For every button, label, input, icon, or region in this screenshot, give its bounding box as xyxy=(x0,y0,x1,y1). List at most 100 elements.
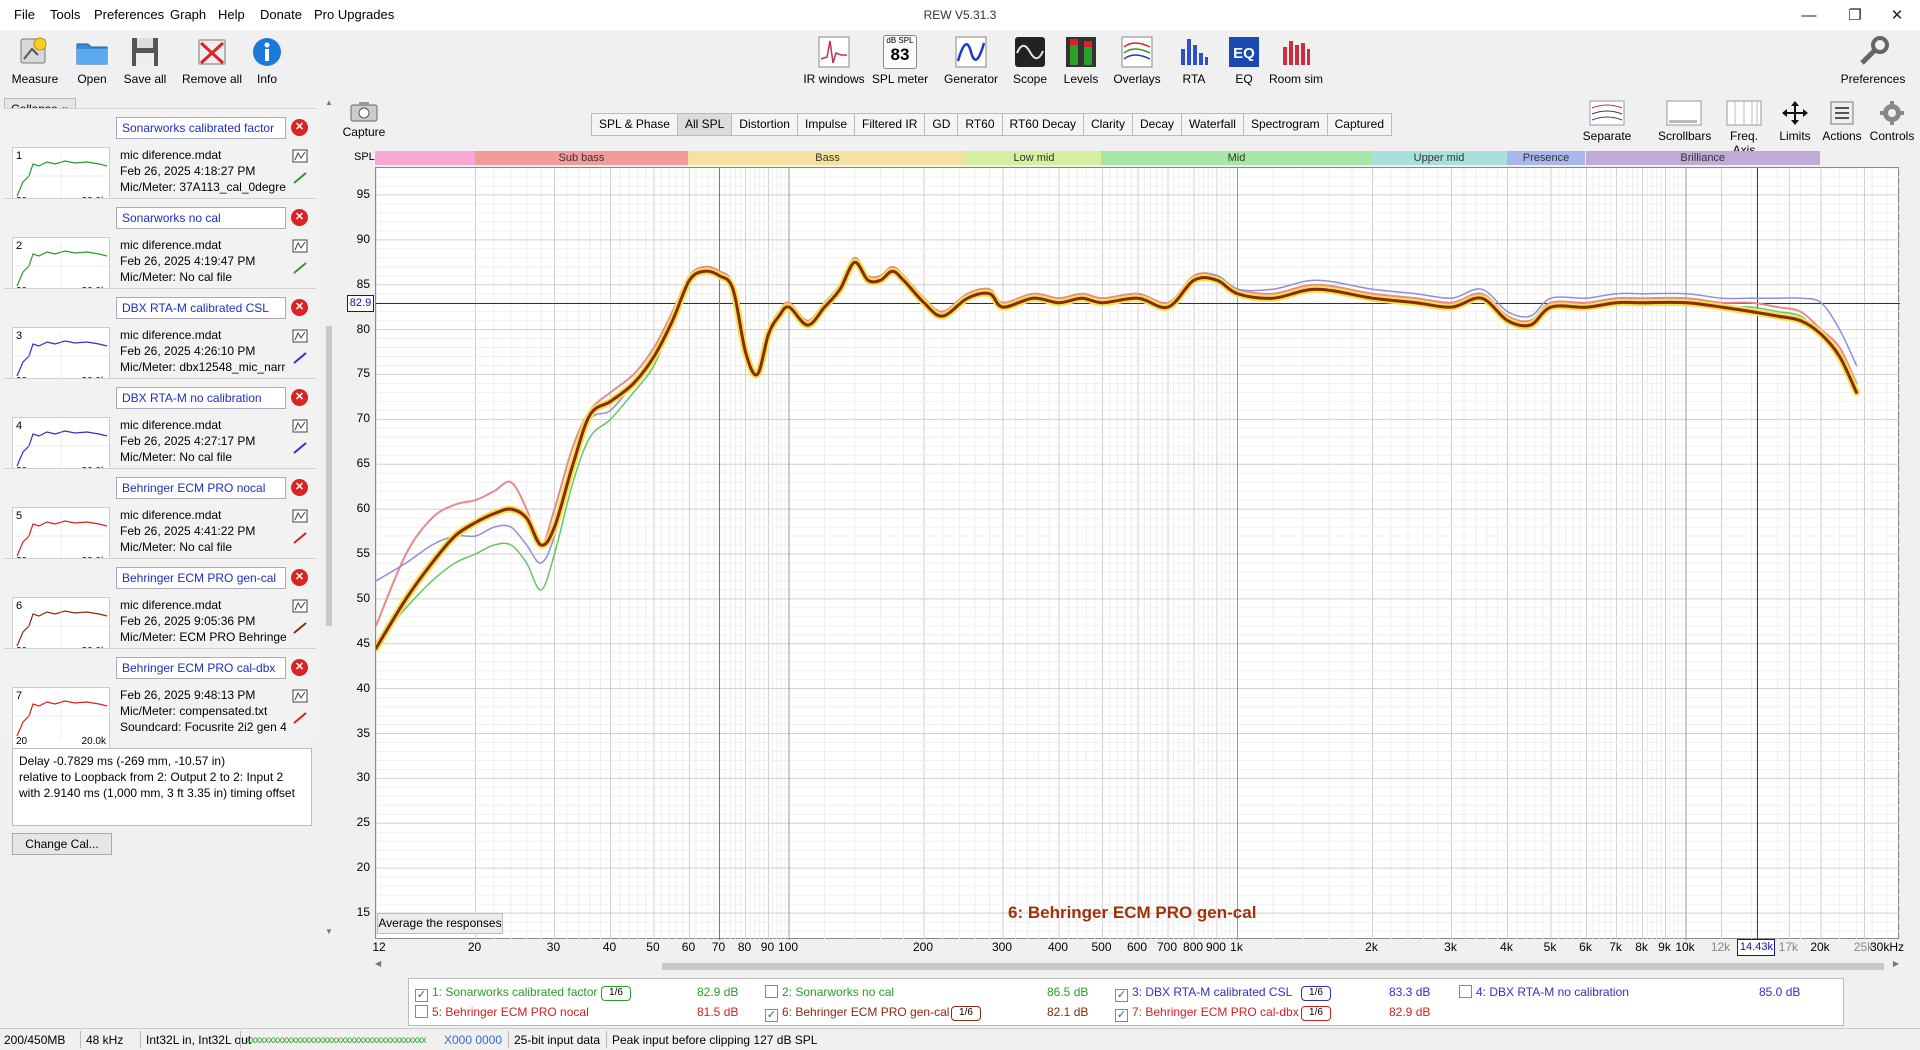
remove-measurement-icon[interactable]: ✕ xyxy=(291,479,308,496)
tab-waterfall[interactable]: Waterfall xyxy=(1181,113,1244,136)
tab-rt60[interactable]: RT60 xyxy=(957,113,1003,136)
scroll-right-icon[interactable]: ▶ xyxy=(1893,959,1899,968)
measurement-item[interactable]: Behringer ECM PRO cal-dbx ✕ 7 20 20.0k Feb 26… xyxy=(4,648,316,749)
controls-button[interactable]: Controls xyxy=(1866,100,1918,143)
measurement-name-field[interactable]: Behringer ECM PRO cal-dbx xyxy=(116,657,286,679)
legend-checkbox[interactable] xyxy=(415,1005,428,1018)
legend-item[interactable]: ✓ 3: DBX RTA-M calibrated CSL xyxy=(1115,985,1292,1002)
measurement-thumbnail[interactable]: 7 20 20.0k xyxy=(12,687,110,749)
tab-filtered-ir[interactable]: Filtered IR xyxy=(854,113,926,136)
legend-item[interactable]: 4: DBX RTA-M no calibration xyxy=(1459,985,1629,999)
legend-item[interactable]: ✓ 1: Sonarworks calibrated factor xyxy=(415,985,597,1002)
line-color-icon[interactable] xyxy=(292,261,308,275)
graph-horizontal-scrollbar[interactable]: ◀ ▶ xyxy=(375,959,1899,972)
info-button[interactable]: Info xyxy=(235,35,299,86)
mic-file-icon[interactable] xyxy=(292,329,308,343)
actions-button[interactable]: Actions xyxy=(1820,100,1864,143)
minimize-button[interactable]: — xyxy=(1786,0,1832,30)
smoothing-badge[interactable]: 1/6 xyxy=(951,1006,981,1021)
remove-measurement-icon[interactable]: ✕ xyxy=(291,299,308,316)
legend-checkbox[interactable]: ✓ xyxy=(1115,1009,1128,1022)
tab-decay[interactable]: Decay xyxy=(1132,113,1183,136)
remove-measurement-icon[interactable]: ✕ xyxy=(291,389,308,406)
tab-spectrogram[interactable]: Spectrogram xyxy=(1242,113,1328,136)
line-color-icon[interactable] xyxy=(292,531,308,545)
horizontal-scroll-thumb[interactable] xyxy=(662,963,1884,970)
scroll-down-icon[interactable]: ▼ xyxy=(325,927,333,936)
measurement-item[interactable]: DBX RTA-M no calibration✕42020.0kmic dif… xyxy=(4,378,316,493)
line-color-icon[interactable] xyxy=(292,351,308,365)
remove-measurement-icon[interactable]: ✕ xyxy=(291,209,308,226)
legend-checkbox[interactable] xyxy=(765,985,778,998)
legend-item[interactable]: 5: Behringer ECM PRO nocal xyxy=(415,1005,589,1019)
measurement-item[interactable]: DBX RTA-M calibrated CSL✕32020.0kmic dif… xyxy=(4,288,316,403)
remove-measurement-icon[interactable]: ✕ xyxy=(291,659,308,676)
measurement-name-field[interactable]: DBX RTA-M calibrated CSL xyxy=(116,297,286,319)
room-sim-button[interactable]: Room sim xyxy=(1264,35,1328,86)
smoothing-badge[interactable]: 1/6 xyxy=(601,986,631,1001)
mic-file-icon[interactable] xyxy=(292,419,308,433)
legend-checkbox[interactable] xyxy=(1459,985,1472,998)
measurement-item[interactable]: Sonarworks no cal✕22020.0kmic diference.… xyxy=(4,198,316,313)
tab-impulse[interactable]: Impulse xyxy=(796,113,856,136)
scrollbars-button[interactable]: Scrollbars xyxy=(1658,100,1711,143)
measurement-item[interactable]: Behringer ECM PRO gen-cal✕62020.0kmic di… xyxy=(4,558,316,673)
levels-button[interactable]: Levels xyxy=(1049,35,1113,86)
measurement-name-field[interactable]: Sonarworks no cal xyxy=(116,207,286,229)
tab-all-spl[interactable]: All SPL xyxy=(676,113,733,136)
line-color-icon[interactable] xyxy=(292,171,308,185)
spl-graph[interactable] xyxy=(372,167,1901,941)
remove-measurement-icon[interactable]: ✕ xyxy=(291,119,308,136)
measurement-name-field[interactable]: Behringer ECM PRO nocal xyxy=(116,477,286,499)
legend-item[interactable]: ✓ 7: Behringer ECM PRO cal-dbx xyxy=(1115,1005,1299,1022)
measurement-name-field[interactable]: DBX RTA-M no calibration xyxy=(116,387,286,409)
mic-file-icon[interactable] xyxy=(292,689,308,703)
legend-item[interactable]: ✓ 6: Behringer ECM PRO gen-cal xyxy=(765,1005,949,1022)
average-responses-button[interactable]: Average the responses xyxy=(377,913,503,934)
generator-button[interactable]: Generator xyxy=(939,35,1003,86)
tab-spl-phase[interactable]: SPL & Phase xyxy=(591,113,678,136)
overlays-button[interactable]: Overlays xyxy=(1105,35,1169,86)
measurement-name-field[interactable]: Behringer ECM PRO gen-cal xyxy=(116,567,286,589)
change-cal-button[interactable]: Change Cal... xyxy=(12,833,112,855)
maximize-button[interactable]: ❐ xyxy=(1832,0,1878,30)
legend-item[interactable]: 2: Sonarworks no cal xyxy=(765,985,894,999)
scroll-up-icon[interactable]: ▲ xyxy=(325,98,333,107)
remove-measurement-icon[interactable]: ✕ xyxy=(291,569,308,586)
spl-chart[interactable] xyxy=(372,167,1901,941)
band-sub-bass: Sub bass xyxy=(474,151,689,165)
separate-button[interactable]: Separate xyxy=(1582,100,1632,143)
mic-file-icon[interactable] xyxy=(292,509,308,523)
save-all-button[interactable]: Save all xyxy=(113,35,177,86)
capture-button[interactable]: Capture xyxy=(342,100,386,139)
mic-file-icon[interactable] xyxy=(292,599,308,613)
close-button[interactable]: ✕ xyxy=(1874,0,1920,30)
freq-axis-button[interactable]: Freq. Axis xyxy=(1718,100,1770,157)
spl-meter-button[interactable]: dB SPL 83 SPL meter xyxy=(868,35,932,86)
mic-file-icon[interactable] xyxy=(292,239,308,253)
measurement-name-field[interactable]: Sonarworks calibrated factor xyxy=(116,117,286,139)
line-color-icon[interactable] xyxy=(292,621,308,635)
tab-captured[interactable]: Captured xyxy=(1326,113,1393,136)
legend-checkbox[interactable]: ✓ xyxy=(765,1009,778,1022)
tab-distortion[interactable]: Distortion xyxy=(731,113,798,136)
measurement-list-scrollbar[interactable]: ▲ ▼ xyxy=(323,98,335,936)
measure-button[interactable]: Measure xyxy=(3,35,67,86)
legend-checkbox[interactable]: ✓ xyxy=(1115,989,1128,1002)
tab-rt60-decay[interactable]: RT60 Decay xyxy=(1001,113,1084,136)
legend-checkbox[interactable]: ✓ xyxy=(415,989,428,1002)
ir-windows-button[interactable]: IR windows xyxy=(802,35,866,86)
smoothing-badge[interactable]: 1/6 xyxy=(1301,986,1331,1001)
limits-button[interactable]: Limits xyxy=(1775,100,1815,143)
mic-file-icon[interactable] xyxy=(292,149,308,163)
tab-gd[interactable]: GD xyxy=(924,113,959,136)
line-color-icon[interactable] xyxy=(292,711,308,725)
measurement-item[interactable]: Sonarworks calibrated factor✕12020.0kmic… xyxy=(4,108,316,223)
measurement-item[interactable]: Behringer ECM PRO nocal✕52020.0kmic dife… xyxy=(4,468,316,583)
tab-clarity[interactable]: Clarity xyxy=(1083,113,1134,136)
preferences-button[interactable]: Preferences xyxy=(1828,35,1918,86)
line-color-icon[interactable] xyxy=(292,441,308,455)
scroll-left-icon[interactable]: ◀ xyxy=(375,959,381,968)
scroll-thumb[interactable] xyxy=(326,326,332,626)
smoothing-badge[interactable]: 1/6 xyxy=(1301,1006,1331,1021)
